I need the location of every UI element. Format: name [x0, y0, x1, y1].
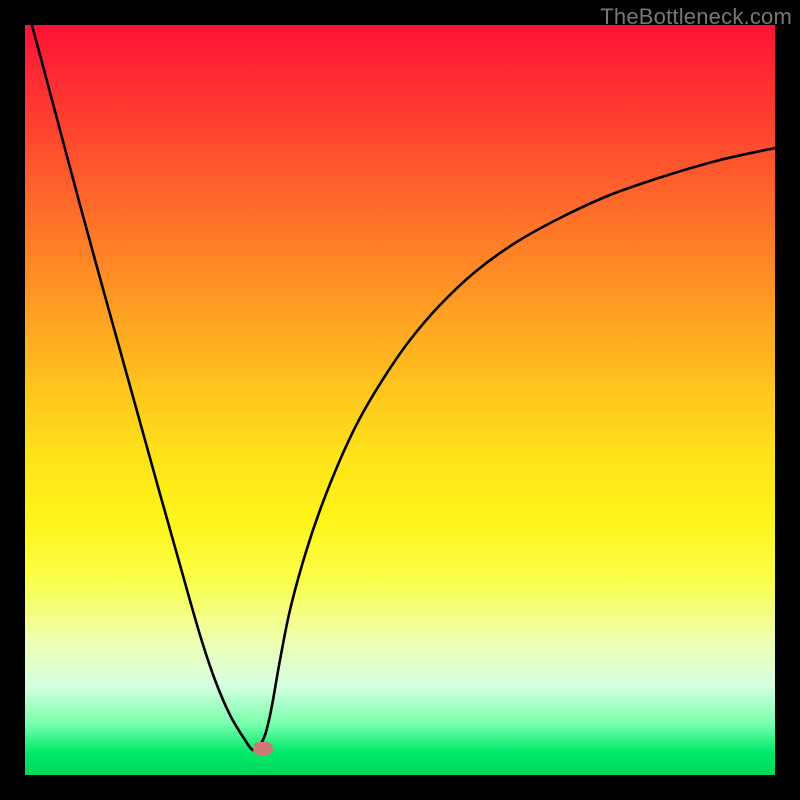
chart-frame [25, 25, 775, 775]
curve-svg [25, 25, 775, 775]
optimum-marker [253, 742, 273, 755]
bottleneck-curve [25, 25, 775, 750]
